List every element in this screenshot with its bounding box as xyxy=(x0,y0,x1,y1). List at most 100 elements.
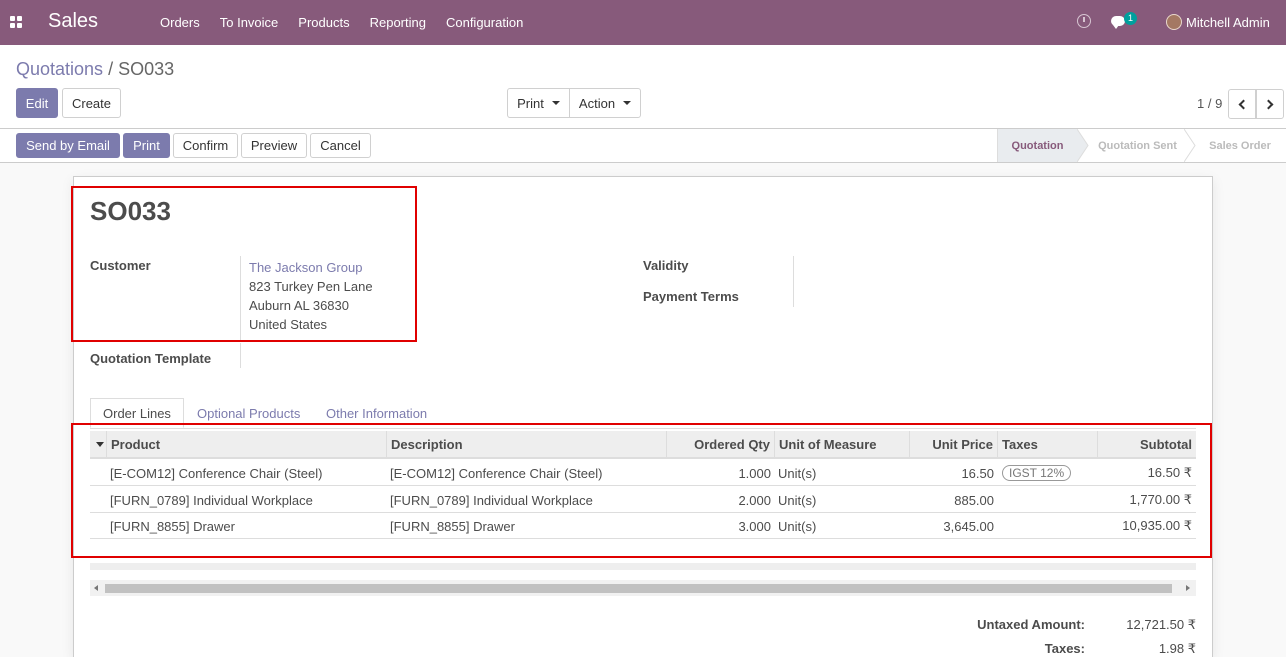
create-button[interactable]: Create xyxy=(62,88,121,118)
scroll-right-arrow-icon[interactable] xyxy=(1186,585,1190,591)
address-street: 823 Turkey Pen Lane xyxy=(249,279,373,294)
cell-uom: Unit(s) xyxy=(778,465,817,481)
chevron-left-icon xyxy=(1238,99,1249,109)
order-name-title: SO033 xyxy=(90,196,171,226)
customer-label: Customer xyxy=(90,258,151,273)
user-avatar[interactable] xyxy=(1166,14,1182,30)
tab-other-information[interactable]: Other Information xyxy=(314,398,439,428)
cell-qty: 2.000 xyxy=(738,492,771,508)
control-panel: Quotations / SO033 Edit Create Print Act… xyxy=(0,45,1286,129)
breadcrumb-current: SO033 xyxy=(118,59,175,79)
tab-optional-products[interactable]: Optional Products xyxy=(185,398,312,428)
preview-button[interactable]: Preview xyxy=(241,133,307,158)
menu-item-configuration[interactable]: Configuration xyxy=(436,15,533,30)
tab-order-lines[interactable]: Order Lines xyxy=(90,398,184,428)
quotation-template-label: Quotation Template xyxy=(90,351,212,366)
field-separator xyxy=(240,256,241,341)
pager-value[interactable]: 1 / 9 xyxy=(1197,96,1222,111)
taxes-label: Taxes: xyxy=(1044,641,1085,656)
apps-grid-icon[interactable] xyxy=(10,16,22,28)
table-footer xyxy=(90,563,1196,570)
taxes-value: 1.98 ₹ xyxy=(1158,641,1196,656)
cell-qty: 3.000 xyxy=(738,518,771,534)
pager-next-button[interactable] xyxy=(1256,89,1284,119)
untaxed-amount-value: 12,721.50 ₹ xyxy=(1126,617,1196,632)
address-country: United States xyxy=(249,317,328,332)
validity-label: Validity xyxy=(643,258,689,273)
tax-tag: IGST 12% xyxy=(1002,465,1072,481)
cell-product: [E-COM12] Conference Chair (Steel) xyxy=(110,465,323,481)
top-navbar: Sales Orders To Invoice Products Reporti… xyxy=(0,0,1286,45)
print-dropdown-label: Print xyxy=(517,95,544,111)
table-row[interactable]: [FURN_8855] Drawer [FURN_8855] Drawer 3.… xyxy=(90,513,1196,539)
column-subtotal[interactable]: Subtotal xyxy=(1098,431,1196,458)
field-separator xyxy=(240,343,241,368)
chat-icon[interactable] xyxy=(1111,16,1125,29)
status-bar: Send by Email Print Confirm Preview Canc… xyxy=(0,129,1286,163)
column-unit-of-measure[interactable]: Unit of Measure xyxy=(775,431,910,458)
tabs-divider xyxy=(90,428,1196,429)
cell-unit-price: 885.00 xyxy=(954,492,994,508)
stage-arrow-separator xyxy=(1184,129,1196,162)
cell-uom: Unit(s) xyxy=(778,518,817,534)
horizontal-scrollbar[interactable] xyxy=(90,580,1196,596)
send-by-email-button[interactable]: Send by Email xyxy=(16,133,120,158)
payment-terms-label: Payment Terms xyxy=(643,289,739,304)
stage-quotation[interactable]: Quotation xyxy=(997,129,1077,162)
column-unit-price[interactable]: Unit Price xyxy=(910,431,998,458)
action-dropdown-label: Action xyxy=(578,95,616,111)
untaxed-amount-label: Untaxed Amount: xyxy=(977,617,1085,632)
column-product[interactable]: Product xyxy=(107,431,387,458)
stage-quotation-sent[interactable]: Quotation Sent xyxy=(1089,129,1186,162)
cancel-button[interactable]: Cancel xyxy=(310,133,371,158)
breadcrumb-quotations[interactable]: Quotations xyxy=(16,59,103,79)
cell-subtotal: 16.50 ₹ xyxy=(1147,465,1192,480)
cell-subtotal: 10,935.00 ₹ xyxy=(1122,518,1192,533)
cell-subtotal: 1,770.00 ₹ xyxy=(1129,492,1193,507)
activity-clock-icon[interactable] xyxy=(1077,14,1091,28)
chat-badge: 1 xyxy=(1124,12,1138,25)
address-city: Auburn AL 36830 xyxy=(249,298,349,313)
menu-item-reporting[interactable]: Reporting xyxy=(360,15,436,30)
main-menu: Orders To Invoice Products Reporting Con… xyxy=(150,0,533,45)
stage-arrow-separator xyxy=(1077,129,1089,162)
confirm-button[interactable]: Confirm xyxy=(173,133,238,158)
table-row[interactable]: [E-COM12] Conference Chair (Steel) [E-CO… xyxy=(90,460,1196,486)
menu-item-to-invoice[interactable]: To Invoice xyxy=(210,15,289,30)
action-dropdown[interactable]: Action xyxy=(569,88,641,118)
sort-caret-icon[interactable] xyxy=(96,442,104,447)
column-description[interactable]: Description xyxy=(387,431,667,458)
print-button[interactable]: Print xyxy=(123,133,170,158)
caret-down-icon xyxy=(551,101,560,105)
cell-qty: 1.000 xyxy=(738,465,771,481)
order-lines-header: Product Description Ordered Qty Unit of … xyxy=(90,431,1196,459)
stage-sales-order[interactable]: Sales Order xyxy=(1196,129,1284,162)
cell-description: [FURN_8855] Drawer xyxy=(390,518,515,534)
cell-description: [FURN_0789] Individual Workplace xyxy=(390,492,593,508)
cell-unit-price: 3,645.00 xyxy=(943,518,994,534)
caret-down-icon xyxy=(623,101,632,105)
field-separator xyxy=(793,256,794,307)
cell-uom: Unit(s) xyxy=(778,492,817,508)
scroll-left-arrow-icon[interactable] xyxy=(94,585,98,591)
cell-unit-price: 16.50 xyxy=(961,465,994,481)
cell-product: [FURN_0789] Individual Workplace xyxy=(110,492,313,508)
scrollbar-thumb[interactable] xyxy=(105,584,1172,593)
user-menu[interactable]: Mitchell Admin xyxy=(1186,15,1270,30)
menu-item-orders[interactable]: Orders xyxy=(150,15,210,30)
breadcrumb-separator: / xyxy=(108,59,114,79)
cell-taxes: IGST 12% xyxy=(998,460,1098,486)
pager-previous-button[interactable] xyxy=(1228,89,1256,119)
edit-button[interactable]: Edit xyxy=(16,88,58,118)
cell-taxes xyxy=(998,487,1098,513)
column-ordered-qty[interactable]: Ordered Qty xyxy=(667,431,775,458)
customer-link[interactable]: The Jackson Group xyxy=(249,260,362,275)
cell-taxes xyxy=(998,513,1098,539)
print-dropdown[interactable]: Print xyxy=(507,88,570,118)
table-row[interactable]: [FURN_0789] Individual Workplace [FURN_0… xyxy=(90,487,1196,513)
cell-description: [E-COM12] Conference Chair (Steel) xyxy=(390,465,603,481)
chevron-right-icon xyxy=(1263,99,1274,109)
column-taxes[interactable]: Taxes xyxy=(998,431,1098,458)
breadcrumb: Quotations / SO033 xyxy=(16,59,174,80)
menu-item-products[interactable]: Products xyxy=(288,15,359,30)
